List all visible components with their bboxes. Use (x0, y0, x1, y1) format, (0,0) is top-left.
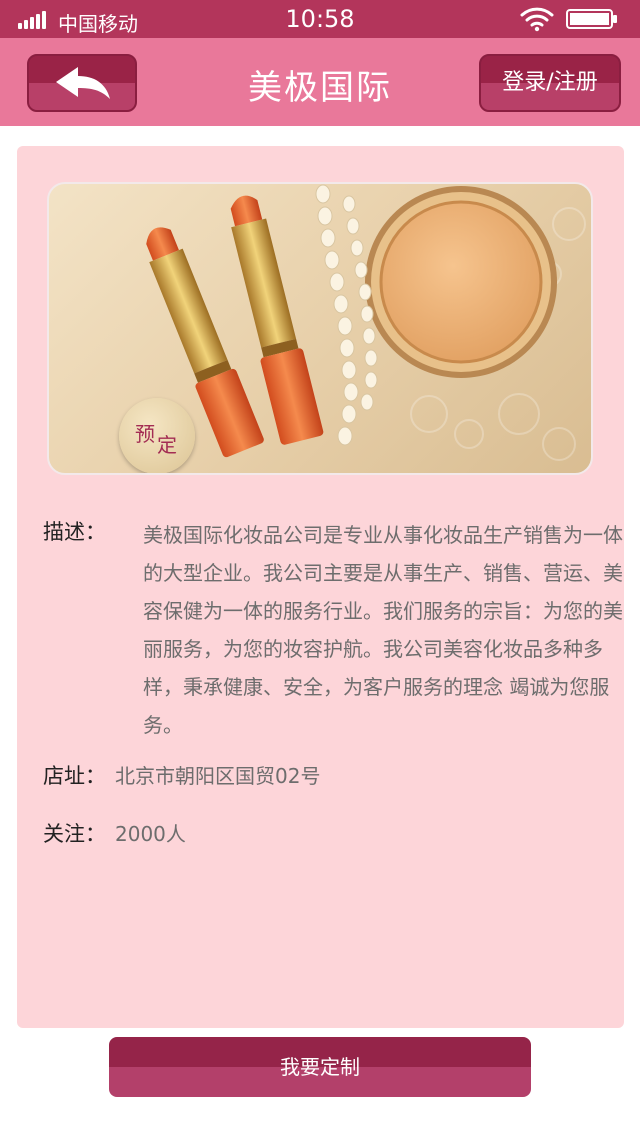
product-card: 预 定 描述： 美极国际化妆品公司是专业从事化妆品生产销售为一体的大型企业。我公… (17, 146, 624, 1028)
description-label: 描述： (43, 520, 106, 544)
reserve-badge-char: 预 (135, 422, 155, 446)
description-text: 美极国际化妆品公司是专业从事化妆品生产销售为一体的大型企业。我公司主要是从事生产… (143, 523, 623, 737)
description-row: 描述： 美极国际化妆品公司是专业从事化妆品生产销售为一体的大型企业。我公司主要是… (43, 516, 623, 746)
customize-button[interactable]: 我要定制 (109, 1037, 531, 1097)
product-image: 预 定 (47, 182, 593, 475)
status-bar: 中国移动 10:58 (0, 0, 640, 38)
battery-icon (566, 9, 617, 29)
login-register-button[interactable]: 登录/注册 (479, 54, 621, 112)
followers-row: 关注： 2000人 (43, 818, 603, 848)
address-value: 北京市朝阳区国贸02号 (115, 764, 321, 788)
address-label: 店址： (43, 764, 106, 788)
followers-label: 关注： (43, 822, 106, 846)
reserve-badge-char: 定 (157, 433, 177, 457)
address-row: 店址： 北京市朝阳区国贸02号 (43, 760, 603, 790)
reserve-badge[interactable]: 预 定 (119, 398, 195, 473)
followers-value: 2000人 (115, 822, 186, 846)
nav-bar: 美极国际 登录/注册 (0, 38, 640, 126)
wifi-icon (520, 7, 554, 32)
